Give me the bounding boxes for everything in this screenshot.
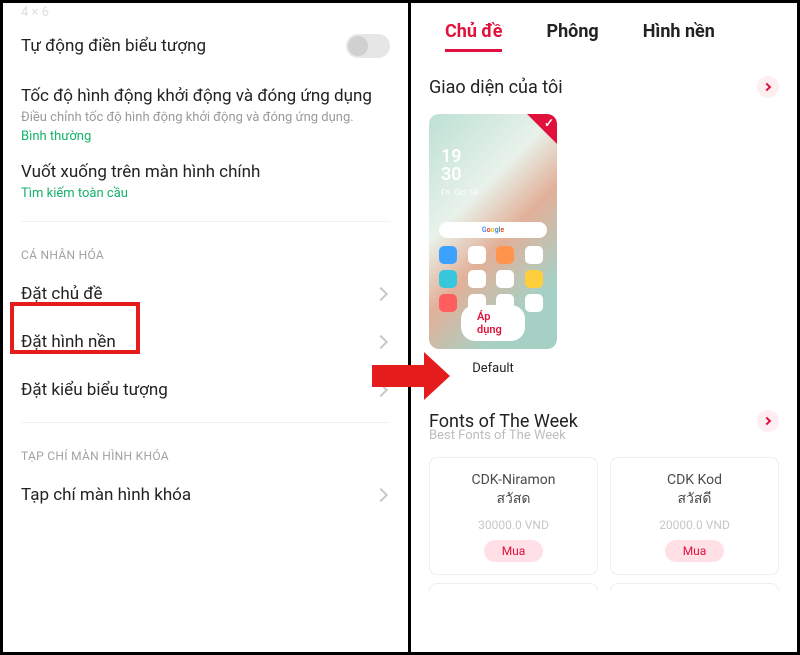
font-card[interactable]: CDK-Niramon สวัสด 30000.0 VND Mua — [429, 457, 598, 575]
fonts-week-header[interactable]: Fonts of The Week — [411, 376, 797, 432]
my-ui-header[interactable]: Giao diện của tôi — [411, 48, 797, 108]
personalization-header: CÁ NHÂN HÓA — [3, 230, 408, 270]
my-ui-title: Giao diện của tôi — [429, 77, 563, 98]
anim-speed-row[interactable]: Tốc độ hình động khởi động và đóng ứng d… — [3, 72, 408, 110]
anim-speed-value: Bình thường — [3, 129, 408, 156]
tab-theme[interactable]: Chủ đề — [445, 21, 502, 42]
theme-preview: 1930 Fri. Oct 14 Google Áp dụng — [429, 114, 557, 349]
highlight-annotation — [10, 302, 140, 354]
arrow-annotation — [372, 352, 450, 400]
set-icon-style-label: Đặt kiểu biểu tượng — [21, 380, 168, 400]
font-name: CDK Kod — [619, 472, 770, 488]
bottom-card-row — [411, 575, 797, 591]
theme-store-panel: Chủ đề Phông Hình nền Giao diện của tôi … — [411, 3, 797, 652]
set-theme-label: Đặt chủ đề — [21, 284, 102, 304]
swipe-down-value: Tìm kiếm toàn cầu — [3, 186, 408, 213]
lockscreen-mag-label: Tạp chí màn hình khóa — [21, 485, 191, 505]
font-card-list: CDK-Niramon สวัสด 30000.0 VND Mua CDK Ko… — [411, 443, 797, 575]
buy-button[interactable]: Mua — [665, 540, 725, 562]
font-name: CDK-Niramon — [438, 472, 589, 488]
chevron-right-icon — [374, 488, 388, 502]
font-price: 30000.0 VND — [438, 518, 589, 532]
grid-size-label: 4 × 6 — [3, 5, 408, 20]
tab-bar: Chủ đề Phông Hình nền — [411, 3, 797, 48]
font-sample: สวัสด — [438, 488, 589, 510]
tab-font[interactable]: Phông — [546, 21, 598, 42]
selected-check-icon — [527, 114, 557, 144]
fonts-week-sub: Best Fonts of The Week — [411, 428, 797, 443]
auto-fill-row[interactable]: Tự động điền biểu tượng — [3, 20, 408, 72]
font-sample: สวัสดี — [619, 488, 770, 510]
buy-button[interactable]: Mua — [484, 540, 544, 562]
anim-speed-sub: Điều chỉnh tốc độ hình động khởi động và… — [3, 110, 408, 129]
tab-wallpaper[interactable]: Hình nền — [643, 21, 715, 42]
lockscreen-mag-header: TẠP CHÍ MÀN HÌNH KHÓA — [3, 431, 408, 471]
lockscreen-mag-row[interactable]: Tạp chí màn hình khóa — [3, 471, 408, 519]
anim-speed-title: Tốc độ hình động khởi động và đóng ứng d… — [21, 86, 372, 106]
chevron-right-icon — [374, 335, 388, 349]
preview-icon-grid — [429, 244, 557, 314]
preview-search: Google — [439, 222, 547, 238]
theme-card[interactable]: 1930 Fri. Oct 14 Google Áp dụng Default — [429, 114, 557, 376]
swipe-down-row[interactable]: Vuốt xuống trên màn hình chính — [3, 156, 408, 186]
separator — [21, 221, 390, 222]
set-icon-style-row[interactable]: Đặt kiểu biểu tượng — [3, 366, 408, 414]
chevron-right-icon[interactable] — [757, 76, 779, 98]
separator — [21, 422, 390, 423]
swipe-down-title: Vuốt xuống trên màn hình chính — [21, 162, 260, 182]
font-price: 20000.0 VND — [619, 518, 770, 532]
font-card[interactable]: CDK Kod สวัสดี 20000.0 VND Mua — [610, 457, 779, 575]
chevron-right-icon — [374, 287, 388, 301]
chevron-right-icon[interactable] — [757, 410, 779, 432]
auto-fill-toggle[interactable] — [346, 34, 390, 58]
apply-button[interactable]: Áp dụng — [461, 305, 525, 341]
auto-fill-title: Tự động điền biểu tượng — [21, 36, 206, 56]
preview-date: Fri. Oct 14 — [429, 184, 557, 198]
